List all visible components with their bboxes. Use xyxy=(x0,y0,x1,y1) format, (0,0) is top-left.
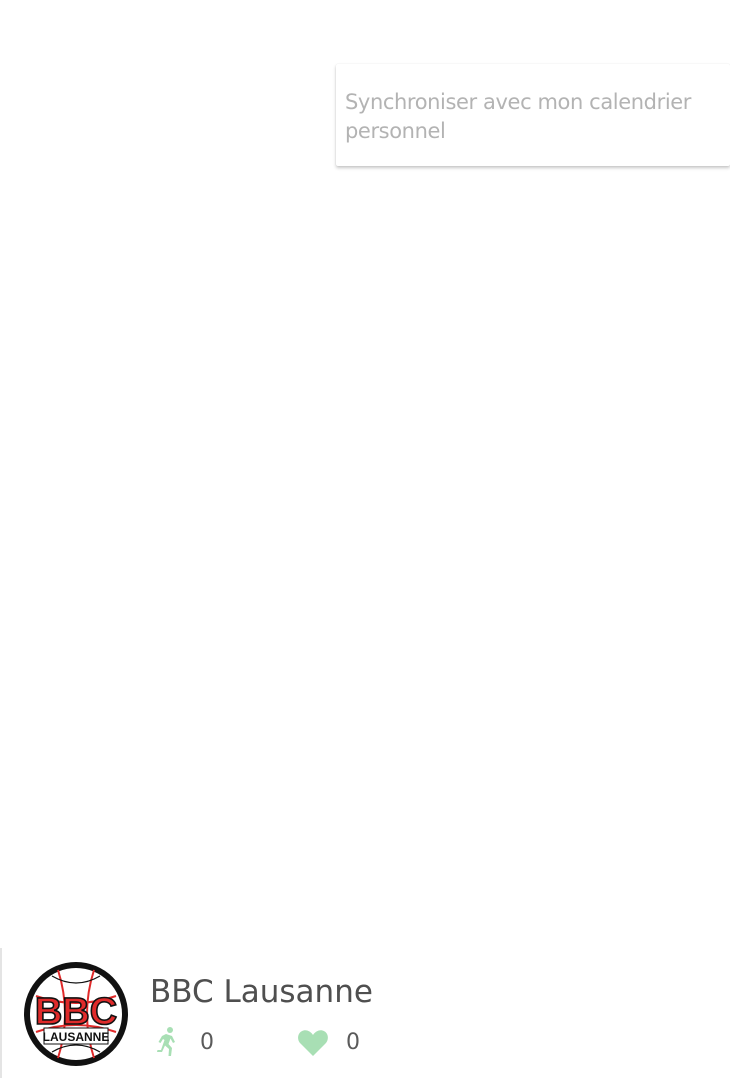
followers-count: 0 xyxy=(200,1029,214,1055)
followers-stat[interactable]: 0 xyxy=(150,1024,214,1060)
likes-stat[interactable]: 0 xyxy=(296,1024,360,1060)
card-divider xyxy=(0,948,2,1078)
overflow-menu: Synchroniser avec mon calendrier personn… xyxy=(336,64,730,166)
likes-count: 0 xyxy=(346,1029,360,1055)
running-person-icon xyxy=(157,1027,175,1056)
club-card[interactable]: BBC LAUSANNE BBC Lausanne 0 0 xyxy=(0,948,730,1078)
menu-item-label: Synchroniser avec mon calendrier personn… xyxy=(345,90,692,143)
logo-sub-text: LAUSANNE xyxy=(43,1030,110,1044)
bbc-lausanne-logo: BBC LAUSANNE xyxy=(24,962,128,1066)
heart-icon xyxy=(298,1030,328,1056)
menu-item-sync-calendar[interactable]: Synchroniser avec mon calendrier personn… xyxy=(336,64,730,166)
logo-main-text: BBC xyxy=(35,991,117,1033)
club-name: BBC Lausanne xyxy=(150,974,373,1010)
